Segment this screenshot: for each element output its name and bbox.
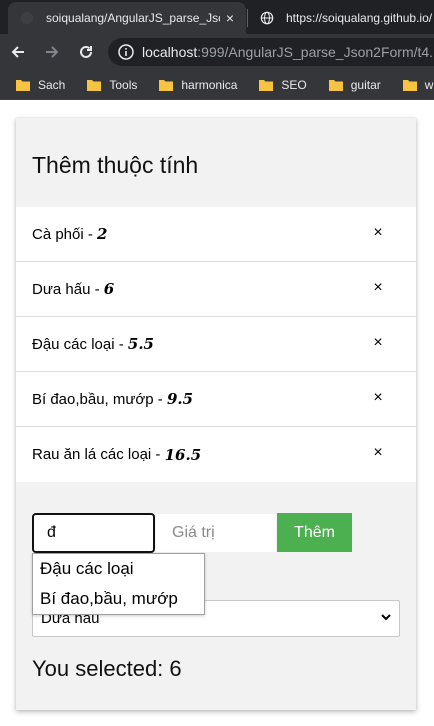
delete-icon[interactable]: ×: [366, 279, 390, 299]
list-item: Cà phối - 2 ×: [16, 207, 416, 262]
browser-tab-github[interactable]: soiqualang/AngularJS_parse_Json ×: [8, 2, 246, 34]
page-title: Thêm thuộc tính: [32, 152, 199, 178]
item-name: Bí đao,bầu, mướp: [32, 390, 154, 408]
item-value: 6: [103, 280, 115, 298]
reload-button[interactable]: [70, 36, 102, 68]
bookmark-web[interactable]: web: [402, 77, 434, 92]
browser-tab-site[interactable]: https://soiqualang.github.io/: [250, 2, 434, 34]
item-value: 16.5: [164, 445, 202, 464]
forward-arrow-icon: [46, 46, 59, 58]
back-button[interactable]: [2, 36, 34, 68]
address-bar[interactable]: localhost:999/AngularJS_parse_Json2Form/…: [108, 38, 434, 66]
item-value: 5.5: [127, 335, 154, 353]
browser-toolbar: localhost:999/AngularJS_parse_Json2Form/…: [0, 34, 434, 70]
attribute-card: Thêm thuộc tính Cà phối - 2 × Dưa hấu - …: [16, 118, 416, 710]
suggestion-item[interactable]: Đậu các loại: [33, 554, 204, 584]
item-separator: -: [151, 446, 165, 463]
item-separator: -: [83, 225, 98, 243]
item-name: Rau ăn lá các loại: [32, 446, 152, 463]
tab-title: soiqualang/AngularJS_parse_Json: [46, 11, 220, 25]
bookmark-label: Tools: [109, 77, 138, 92]
bookmark-guitar[interactable]: guitar: [328, 77, 381, 92]
attribute-list: Cà phối - 2 × Dưa hấu - 6 × Đậu các loại…: [16, 207, 416, 482]
info-icon: [118, 44, 134, 60]
autocomplete-list: Đậu các loại Bí đao,bầu, mướp: [32, 553, 205, 615]
github-icon: [20, 11, 34, 25]
folder-icon: [87, 79, 102, 91]
bookmark-label: guitar: [350, 77, 381, 92]
folder-icon: [159, 79, 174, 91]
item-value: 2: [97, 225, 108, 243]
list-item: Rau ăn lá các loại - 16.5 ×: [16, 427, 416, 482]
name-input[interactable]: [32, 513, 155, 553]
list-item: Đậu các loại - 5.5 ×: [16, 317, 416, 372]
bookmark-seo[interactable]: SEO: [259, 77, 307, 92]
bookmark-tools[interactable]: Tools: [87, 78, 137, 92]
add-button[interactable]: Thêm: [277, 513, 352, 552]
chevron-down-icon: [381, 614, 391, 621]
delete-icon[interactable]: ×: [366, 444, 390, 464]
back-arrow-icon: [11, 46, 24, 58]
delete-icon[interactable]: ×: [366, 389, 390, 409]
item-name: Đậu các loại: [32, 335, 115, 353]
folder-icon: [402, 79, 417, 91]
bookmark-label: harmonica: [181, 77, 238, 92]
browser-tab-strip: soiqualang/AngularJS_parse_Json × https:…: [0, 0, 434, 34]
forward-button[interactable]: [36, 36, 68, 68]
globe-icon: [260, 11, 274, 25]
folder-icon: [16, 79, 30, 91]
bookmarks-bar: Sach Tools harmonica SEO guitar web: [0, 70, 434, 100]
address-host: localhost: [142, 44, 198, 60]
item-separator: -: [153, 390, 167, 408]
address-path: :999/AngularJS_parse_Json2Form/t4.ht: [197, 44, 434, 60]
bookmark-harmonica[interactable]: harmonica: [159, 78, 237, 92]
delete-icon[interactable]: ×: [366, 224, 390, 244]
tab-close-icon[interactable]: ×: [220, 10, 240, 26]
item-separator: -: [90, 280, 104, 298]
item-name: Cà phối: [32, 225, 84, 243]
bookmark-label: SEO: [281, 77, 307, 92]
item-separator: -: [114, 335, 128, 353]
tab-title: https://soiqualang.github.io/: [286, 11, 433, 25]
list-item: Bí đao,bầu, mướp - 9.5 ×: [16, 372, 416, 427]
folder-icon: [259, 79, 274, 91]
suggestion-item[interactable]: Bí đao,bầu, mướp: [33, 584, 204, 614]
tab-separator: [247, 9, 248, 27]
value-input[interactable]: [155, 513, 277, 553]
item-value: 9.5: [166, 390, 194, 408]
bookmark-sach[interactable]: Sach: [16, 78, 65, 92]
item-name: Dưa hấu: [32, 280, 91, 298]
bookmark-label: Sach: [38, 77, 66, 92]
bookmark-label: web: [424, 77, 434, 92]
delete-icon[interactable]: ×: [366, 334, 390, 354]
folder-icon: [328, 79, 343, 91]
reload-icon: [80, 45, 92, 58]
selected-output: You selected: 6: [32, 656, 182, 681]
list-item: Dưa hấu - 6 ×: [16, 262, 416, 317]
